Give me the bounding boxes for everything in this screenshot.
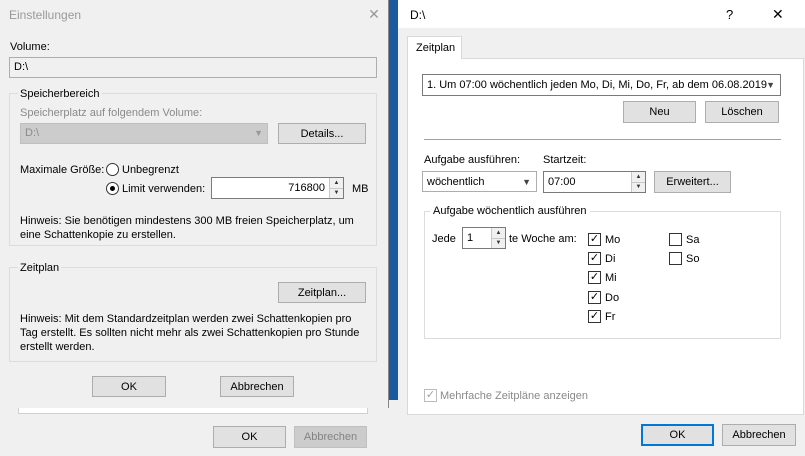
separator bbox=[424, 139, 781, 140]
help-icon[interactable]: ? bbox=[726, 7, 733, 22]
schedule-group-title: Zeitplan bbox=[18, 262, 62, 274]
settings-close-icon[interactable]: ✕ bbox=[362, 2, 386, 26]
start-time-value: 07:00 bbox=[548, 176, 576, 188]
limit-stepper[interactable]: ▲ ▼ bbox=[329, 178, 343, 198]
day-label-sa: Sa bbox=[686, 234, 700, 246]
background-ok-button[interactable]: OK bbox=[213, 426, 286, 448]
schedule-button[interactable]: Zeitplan... bbox=[278, 282, 366, 303]
day-label-di: Di bbox=[605, 253, 616, 265]
storage-volume-label: Speicherplatz auf folgendem Volume: bbox=[20, 107, 203, 119]
schedule-cancel-button[interactable]: Abbrechen bbox=[722, 424, 796, 446]
day-label-mo: Mo bbox=[605, 234, 621, 246]
day-label-mi: Mi bbox=[605, 272, 617, 284]
every-label: Jede bbox=[432, 233, 456, 245]
settings-dialog: Einstellungen ✕ Volume: D:\ Speicherbere… bbox=[0, 0, 389, 408]
schedule-select-value: 1. Um 07:00 wöchentlich jeden Mo, Di, Mi… bbox=[427, 79, 767, 91]
every-input[interactable]: 1 ▲ ▼ bbox=[462, 227, 506, 249]
day-label-fr: Fr bbox=[605, 311, 616, 323]
schedule-dialog: D:\ ? ✕ Zeitplan 1. Um 07:00 wöchentlich… bbox=[398, 0, 805, 456]
storage-volume-value: D:\ bbox=[25, 127, 40, 139]
advanced-button[interactable]: Erweitert... bbox=[654, 171, 731, 193]
start-time-stepper[interactable]: ▲ ▼ bbox=[631, 172, 645, 192]
limit-input[interactable]: 716800 ▲ ▼ bbox=[211, 177, 344, 199]
stepper-down-icon[interactable]: ▼ bbox=[492, 238, 505, 248]
task-select-value: wöchentlich bbox=[427, 176, 485, 188]
multi-schedule-label: Mehrfache Zeitpläne anzeigen bbox=[440, 390, 588, 402]
storage-volume-select: D:\ ▼ bbox=[20, 123, 268, 144]
chevron-down-icon: ▼ bbox=[766, 80, 775, 90]
start-time-label: Startzeit: bbox=[543, 154, 587, 166]
day-checkbox-so[interactable] bbox=[669, 252, 682, 265]
settings-dialog-title: Einstellungen bbox=[9, 8, 82, 22]
every-stepper[interactable]: ▲ ▼ bbox=[491, 228, 505, 248]
volume-field: D:\ bbox=[9, 57, 377, 78]
task-label: Aufgabe ausführen: bbox=[424, 154, 521, 166]
details-button[interactable]: Details... bbox=[278, 123, 366, 144]
multi-schedule-checkbox: ✓ bbox=[424, 389, 437, 402]
schedule-ok-button[interactable]: OK bbox=[641, 424, 714, 446]
storage-group-title: Speicherbereich bbox=[18, 88, 102, 100]
new-button[interactable]: Neu bbox=[623, 101, 696, 123]
week-on-label: te Woche am: bbox=[509, 233, 577, 245]
limit-unit: MB bbox=[352, 183, 369, 195]
weekly-group-title: Aufgabe wöchentlich ausführen bbox=[430, 205, 590, 217]
schedule-select[interactable]: 1. Um 07:00 wöchentlich jeden Mo, Di, Mi… bbox=[422, 74, 781, 96]
storage-hint: Hinweis: Sie benötigen mindestens 300 MB… bbox=[20, 215, 354, 241]
close-icon[interactable]: ✕ bbox=[772, 6, 784, 23]
settings-cancel-button[interactable]: Abbrechen bbox=[220, 376, 294, 397]
day-label-so: So bbox=[686, 253, 700, 265]
max-size-label: Maximale Größe: bbox=[20, 164, 105, 176]
day-checkbox-do[interactable]: ✓ bbox=[588, 291, 601, 304]
tab-zeitplan-label: Zeitplan bbox=[416, 42, 456, 54]
day-checkbox-di[interactable]: ✓ bbox=[588, 252, 601, 265]
volume-label: Volume: bbox=[10, 41, 50, 53]
limit-radio[interactable] bbox=[106, 182, 119, 195]
background-cancel-button: Abbrechen bbox=[294, 426, 367, 448]
start-time-input[interactable]: 07:00 ▲ ▼ bbox=[543, 171, 646, 193]
day-label-do: Do bbox=[605, 292, 620, 304]
every-value: 1 bbox=[467, 232, 474, 244]
tab-zeitplan[interactable]: Zeitplan bbox=[407, 36, 462, 59]
background-window: OK Abbrechen bbox=[0, 400, 398, 456]
schedule-dialog-title: D:\ bbox=[410, 8, 426, 22]
task-select[interactable]: wöchentlich ▼ bbox=[422, 171, 537, 192]
day-checkbox-mo[interactable]: ✓ bbox=[588, 233, 601, 246]
stepper-down-icon[interactable]: ▼ bbox=[330, 188, 343, 198]
delete-button[interactable]: Löschen bbox=[705, 101, 779, 123]
settings-ok-button[interactable]: OK bbox=[92, 376, 166, 397]
chevron-down-icon: ▼ bbox=[522, 177, 531, 187]
limit-label: Limit verwenden: bbox=[122, 183, 206, 195]
volume-value: D:\ bbox=[14, 61, 29, 73]
unlimited-label: Unbegrenzt bbox=[122, 164, 179, 176]
day-checkbox-mi[interactable]: ✓ bbox=[588, 271, 601, 284]
unlimited-radio[interactable] bbox=[106, 163, 119, 176]
chevron-down-icon: ▼ bbox=[254, 128, 263, 138]
schedule-hint: Hinweis: Mit dem Standardzeitplan werden… bbox=[20, 313, 360, 353]
day-checkbox-sa[interactable] bbox=[669, 233, 682, 246]
stepper-down-icon[interactable]: ▼ bbox=[632, 182, 645, 192]
limit-value: 716800 bbox=[288, 182, 325, 194]
day-checkbox-fr[interactable]: ✓ bbox=[588, 310, 601, 323]
